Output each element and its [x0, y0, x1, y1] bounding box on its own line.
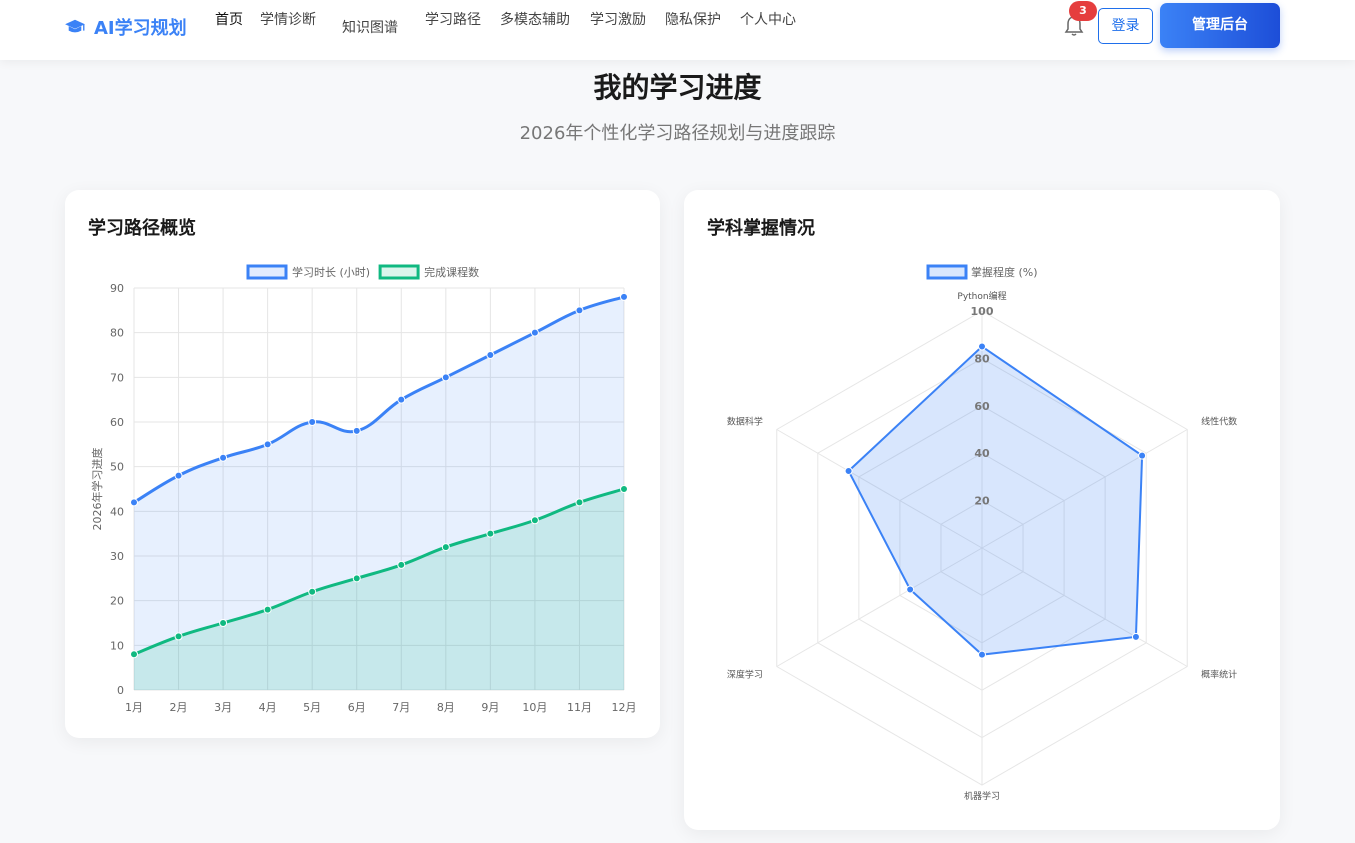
- logo-text: AI学习规划: [94, 18, 187, 39]
- login-button[interactable]: 登录: [1098, 8, 1153, 44]
- card-title-learning-path: 学习路径概览: [88, 218, 196, 239]
- page-subtitle: 2026年个性化学习路径规划与进度跟踪: [519, 123, 836, 144]
- menu-item-profile[interactable]: 个人中心: [740, 9, 796, 29]
- subject-mastery-card: 学科掌握情况: [684, 190, 1280, 830]
- admin-dashboard-button[interactable]: 管理后台: [1160, 3, 1280, 48]
- menu-item-learning-path[interactable]: 学习路径: [425, 9, 481, 29]
- menu-item-incentive[interactable]: 学习激励: [590, 9, 646, 29]
- menu-item-privacy[interactable]: 隐私保护: [665, 9, 721, 29]
- page-title: 我的学习进度: [593, 71, 762, 104]
- menu-item-multimodal[interactable]: 多模态辅助: [500, 9, 570, 29]
- notification-badge: 3: [1069, 1, 1097, 21]
- top-navbar: AI学习规划 首页 学情诊断 知识图谱 学习路径 多模态辅助 学习激励 隐私保护…: [0, 0, 1355, 60]
- logo[interactable]: AI学习规划: [64, 14, 187, 40]
- menu-item-diagnosis[interactable]: 学情诊断: [260, 9, 316, 29]
- menu-item-home[interactable]: 首页: [215, 9, 243, 29]
- card-title-subject-mastery: 学科掌握情况: [707, 218, 815, 239]
- menu-item-knowledge-graph[interactable]: 知识图谱: [342, 17, 398, 37]
- learning-path-card: 学习路径概览: [65, 190, 660, 738]
- graduation-cap-icon: [65, 19, 85, 33]
